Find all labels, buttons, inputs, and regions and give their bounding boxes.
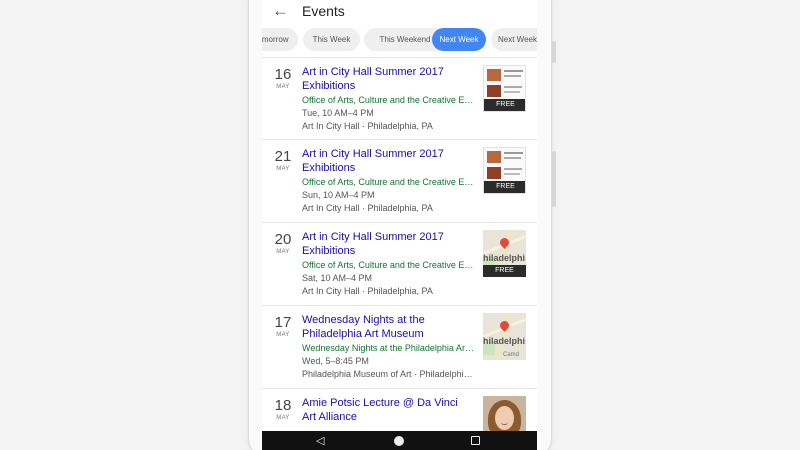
nav-back-icon[interactable]: ◁: [316, 435, 324, 447]
event-time: Wed, 5–8:45 PM: [302, 356, 369, 366]
arrow-back-icon[interactable]: ←: [272, 2, 289, 20]
phone-volume-button: [552, 151, 556, 207]
event-poster-image[interactable]: FREE: [483, 65, 526, 112]
event-organizer: Office of Arts, Culture and the Creative…: [302, 260, 474, 270]
map-label-secondary: Camd: [503, 352, 520, 358]
chip-next-week[interactable]: Next Week: [432, 28, 486, 51]
free-badge: FREE: [484, 99, 525, 111]
event-title[interactable]: Art in City Hall Summer 2017 Exhibitions: [302, 230, 462, 258]
map-label: hiladelphi: [483, 336, 526, 346]
event-map-thumbnail[interactable]: hiladelphi FREE: [483, 230, 526, 277]
event-day: 21: [274, 148, 292, 165]
free-badge: FREE: [483, 265, 526, 277]
event-organizer: Wednesday Nights at the Philadelphia Art…: [302, 343, 474, 353]
date-filter-chips: Tomorrow This Week This Weekend Next Wee…: [262, 28, 537, 54]
nav-recents-icon[interactable]: [471, 436, 480, 445]
event-day: 16: [274, 66, 292, 83]
event-time: Sun, 10 AM–4 PM: [302, 190, 375, 200]
event-title[interactable]: Art in City Hall Summer 2017 Exhibitions: [302, 147, 462, 175]
event-item[interactable]: 21 MAY Art in City Hall Summer 2017 Exhi…: [262, 140, 537, 223]
map-label: hiladelphi: [483, 253, 526, 263]
event-day: 20: [274, 231, 292, 248]
event-time: Tue, 10 AM–4 PM: [302, 108, 374, 118]
event-poster-image[interactable]: FREE: [483, 147, 526, 194]
event-title[interactable]: Amie Potsic Lecture @ Da Vinci Art Allia…: [302, 396, 462, 424]
phone-side-button: [552, 41, 556, 63]
chip-next-weekend[interactable]: Next Weekend: [491, 28, 537, 51]
event-item[interactable]: 17 MAY Wednesday Nights at the Philadelp…: [262, 306, 537, 389]
chip-tomorrow[interactable]: Tomorrow: [262, 28, 298, 51]
event-month: MAY: [276, 249, 290, 255]
event-item[interactable]: 16 MAY Art in City Hall Summer 2017 Exhi…: [262, 57, 537, 140]
event-month: MAY: [276, 332, 290, 338]
android-nav-bar: ◁: [262, 431, 537, 450]
event-month: MAY: [276, 415, 290, 421]
event-map-thumbnail[interactable]: hiladelphi Camd: [483, 313, 526, 360]
event-month: MAY: [276, 166, 290, 172]
event-venue: Art In City Hall · Philadelphia, PA: [302, 203, 433, 213]
event-month: MAY: [276, 84, 290, 90]
event-venue: Art In City Hall · Philadelphia, PA: [302, 121, 433, 131]
event-title[interactable]: Wednesday Nights at the Philadelphia Art…: [302, 313, 462, 341]
events-list: 16 MAY Art in City Hall Summer 2017 Exhi…: [262, 57, 537, 450]
event-title[interactable]: Art in City Hall Summer 2017 Exhibitions: [302, 65, 462, 93]
event-item[interactable]: 20 MAY Art in City Hall Summer 2017 Exhi…: [262, 223, 537, 306]
event-day: 17: [274, 314, 292, 331]
free-badge: FREE: [484, 181, 525, 193]
nav-home-icon[interactable]: [394, 436, 404, 446]
event-time: Sat, 10 AM–4 PM: [302, 273, 373, 283]
event-organizer: Office of Arts, Culture and the Creative…: [302, 95, 474, 105]
event-venue: Art In City Hall · Philadelphia, PA: [302, 286, 433, 296]
chip-this-week[interactable]: This Week: [303, 28, 360, 51]
event-organizer: Office of Arts, Culture and the Creative…: [302, 177, 474, 187]
event-venue: Philadelphia Museum of Art · Philadelphi…: [302, 369, 474, 379]
page-title: Events: [302, 3, 345, 19]
app-bar: ← Events: [262, 0, 537, 24]
phone-screen: ← Events Tomorrow This Week This Weekend…: [262, 0, 537, 450]
event-day: 18: [274, 397, 292, 414]
